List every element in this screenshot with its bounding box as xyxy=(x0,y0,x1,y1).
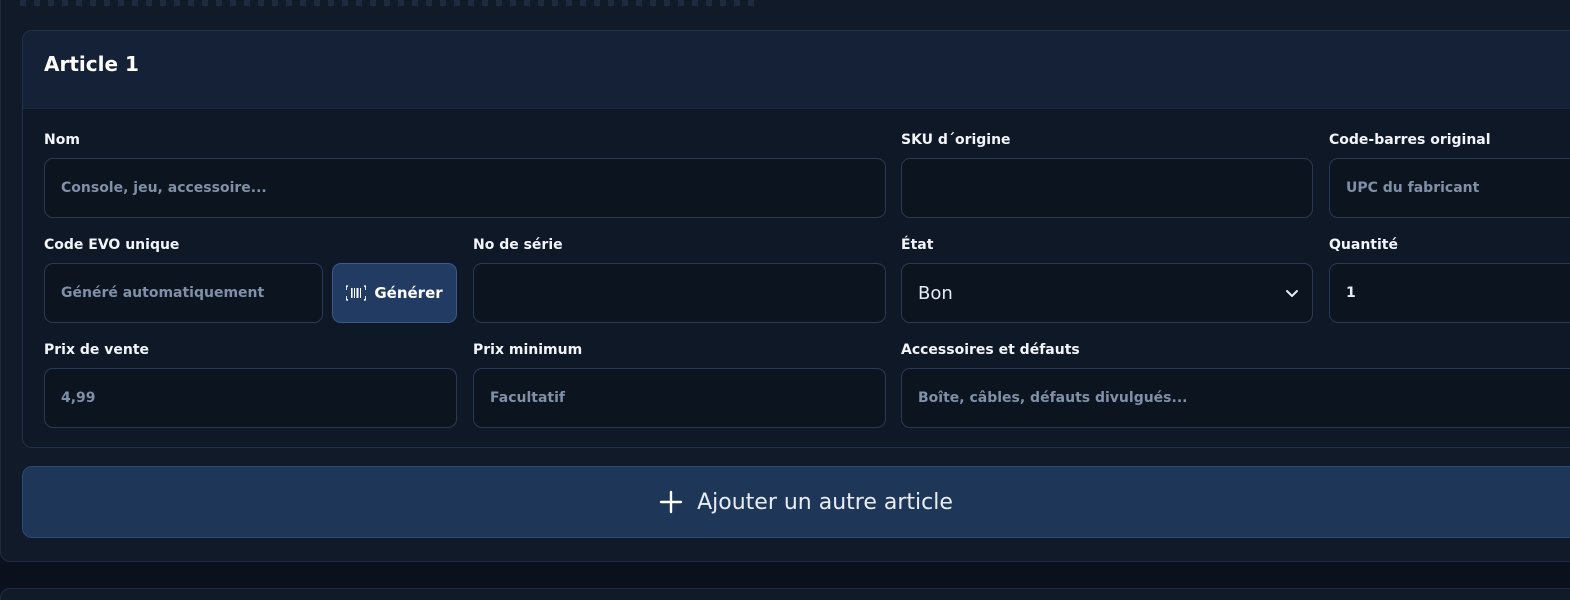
generate-button[interactable]: Générer xyxy=(332,263,457,323)
evo-label: Code EVO unique xyxy=(44,237,180,253)
accessoires-input[interactable] xyxy=(918,390,1570,406)
sku-label: SKU d´origine xyxy=(901,132,1011,148)
sku-input[interactable] xyxy=(918,180,1312,196)
prix-vente-label: Prix de vente xyxy=(44,342,150,358)
barcode-label: Code-barres original xyxy=(1329,132,1491,148)
article-card: Article 1 Nom SKU d´origine Code-barres … xyxy=(22,30,1570,448)
accessoires-label: Accessoires et défauts xyxy=(901,342,1080,358)
evo-input[interactable] xyxy=(61,285,322,301)
barcode-field[interactable] xyxy=(1329,158,1570,218)
chevron-down-icon xyxy=(1286,290,1298,297)
prix-min-input[interactable] xyxy=(490,390,885,406)
add-article-label: Ajouter un autre article xyxy=(697,489,953,515)
quantite-label: Quantité xyxy=(1329,237,1398,253)
etat-selected-value: Bon xyxy=(918,282,953,304)
article-title: Article 1 xyxy=(44,52,139,76)
accessoires-field[interactable] xyxy=(901,368,1570,428)
plus-icon xyxy=(659,490,683,514)
article-header: Article 1 xyxy=(23,31,1570,109)
prix-vente-field[interactable] xyxy=(44,368,457,428)
nom-input[interactable] xyxy=(61,180,885,196)
generate-button-label: Générer xyxy=(374,284,443,302)
prix-min-label: Prix minimum xyxy=(473,342,583,358)
next-section-panel xyxy=(0,588,1570,600)
quantite-field[interactable]: 1 xyxy=(1329,263,1570,323)
prix-vente-input[interactable] xyxy=(61,390,456,406)
etat-select[interactable]: Bon xyxy=(901,263,1313,323)
nom-field[interactable] xyxy=(44,158,886,218)
serial-input[interactable] xyxy=(490,285,885,301)
truncated-text-strip xyxy=(20,0,760,6)
serial-field[interactable] xyxy=(473,263,886,323)
evo-field[interactable] xyxy=(44,263,323,323)
sku-field[interactable] xyxy=(901,158,1313,218)
add-article-button[interactable]: Ajouter un autre article xyxy=(22,466,1570,538)
barcode-input[interactable] xyxy=(1346,180,1570,196)
quantite-value[interactable]: 1 xyxy=(1346,285,1356,301)
barcode-icon xyxy=(346,285,367,301)
etat-label: État xyxy=(901,237,934,253)
nom-label: Nom xyxy=(44,132,80,148)
serial-label: No de série xyxy=(473,237,563,253)
prix-min-field[interactable] xyxy=(473,368,886,428)
